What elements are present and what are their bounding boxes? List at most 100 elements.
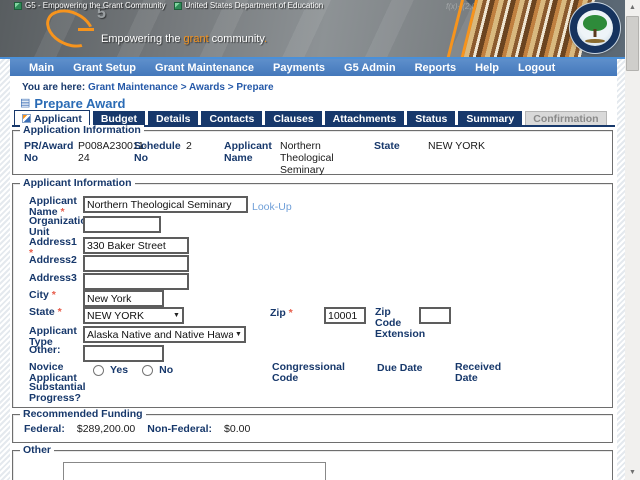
title-item-ed-text: United States Department of Education (184, 1, 324, 10)
city-input[interactable] (83, 290, 164, 307)
novice-no-label: No (159, 364, 174, 376)
nav-item-grant-maintenance[interactable]: Grant Maintenance (155, 62, 254, 74)
city-label: City * (29, 290, 83, 301)
window-title-items: G5 - Empowering the Grant Community Unit… (14, 1, 323, 10)
tab-clauses[interactable]: Clauses (265, 111, 322, 126)
state-label: State * (29, 307, 83, 318)
recommended-funding-row: Federal: $289,200.00 Non-Federal: $0.00 (24, 423, 250, 435)
substantial-progress-row: Substantial Progress? (29, 382, 606, 404)
nav-item-reports[interactable]: Reports (415, 62, 457, 74)
tab-summary[interactable]: Summary (458, 111, 523, 126)
header-banner: f(x)·|(2,0) 5 Empowering the grant commu… (0, 0, 625, 57)
schedule-no-label: Schedule No (134, 140, 181, 164)
pr-award-no-label: PR/Award No (24, 140, 74, 164)
organization-unit-input[interactable] (83, 216, 161, 233)
banner-tagline: Empowering the grant community. (101, 33, 267, 45)
address1-label-text: Address1 (29, 236, 77, 248)
scrollbar-thumb[interactable] (626, 16, 639, 71)
state-select[interactable]: NEW YORK ▼ (83, 307, 184, 324)
other-label: Other: (29, 344, 61, 356)
page-title-row: ▤ Prepare Award (20, 96, 125, 111)
nav-item-g5-admin[interactable]: G5 Admin (344, 62, 396, 74)
address2-row: Address2 (29, 255, 606, 272)
breadcrumb-prefix: You are here: (22, 82, 86, 93)
nav-item-logout[interactable]: Logout (518, 62, 555, 74)
state-zip-row: State * NEW YORK ▼ Zip * Zip Code Extens… (29, 307, 606, 340)
novice-radio-group: Yes No (93, 364, 173, 376)
state-select-arrow-icon: ▼ (173, 312, 180, 319)
applicant-name-header-label: Applicant Name (224, 140, 272, 164)
city-required: * (51, 289, 56, 301)
applicant-tab-icon (22, 114, 31, 123)
address3-input[interactable] (83, 273, 189, 290)
other-textarea[interactable] (63, 462, 326, 480)
applicant-type-select-arrow-icon: ▼ (235, 331, 242, 338)
breadcrumb: You are here: Grant Maintenance > Awards… (22, 82, 274, 93)
novice-applicant-row: Novice Applicant Yes No Congressional Co… (29, 362, 606, 384)
pr-award-no-value: P008A230011-24 (78, 140, 148, 164)
seal-inner (577, 10, 613, 46)
tab-details[interactable]: Details (148, 111, 199, 126)
address3-label: Address3 (29, 272, 77, 284)
federal-value: $289,200.00 (76, 423, 136, 435)
schedule-no-value: 2 (186, 140, 192, 152)
seal-ground (585, 39, 605, 43)
applicant-name-input[interactable] (83, 196, 248, 213)
zip-input[interactable] (324, 307, 366, 324)
federal-label: Federal: (24, 423, 65, 435)
ed-favicon (173, 1, 182, 10)
tagline-pre: Empowering the (101, 33, 184, 45)
state-label-text: State (29, 306, 55, 318)
tab-attachments[interactable]: Attachments (324, 111, 405, 126)
zip-code-extension-input[interactable] (419, 307, 451, 324)
title-item-g5-text: G5 - Empowering the Grant Community (25, 1, 166, 10)
applicant-type-select-value: Alaska Native and Native Hawaiian Servin… (87, 328, 233, 341)
tab-applicant-label: Applicant (34, 112, 82, 125)
nav-item-main[interactable]: Main (29, 62, 54, 74)
tab-status[interactable]: Status (407, 111, 456, 126)
main-navbar: Main Grant Setup Grant Maintenance Payme… (10, 59, 617, 76)
tab-contacts[interactable]: Contacts (201, 111, 263, 126)
received-date-label: Received Date (455, 361, 502, 384)
state-header-value: NEW YORK (428, 140, 485, 152)
nav-item-payments[interactable]: Payments (273, 62, 325, 74)
nav-item-grant-setup[interactable]: Grant Setup (73, 62, 136, 74)
nonfederal-value: $0.00 (224, 423, 251, 435)
applicant-information-fieldset: Applicant Information Applicant Name * L… (12, 178, 613, 408)
recommended-funding-legend: Recommended Funding (20, 409, 146, 420)
tagline-accent: grant (183, 33, 209, 45)
application-information-legend: Application Information (20, 125, 144, 136)
applicant-information-legend: Applicant Information (20, 178, 135, 189)
address1-input[interactable] (83, 237, 189, 254)
zip-label: Zip * (270, 307, 293, 319)
zip-label-text: Zip (270, 307, 286, 319)
title-item-ed: United States Department of Education (173, 1, 324, 10)
nav-item-help[interactable]: Help (475, 62, 499, 74)
due-date-label: Due Date (377, 362, 423, 374)
other-fieldset-legend: Other (20, 445, 55, 456)
applicant-type-select[interactable]: Alaska Native and Native Hawaiian Servin… (83, 326, 246, 343)
novice-yes-radio[interactable] (93, 364, 104, 376)
substantial-progress-label: Substantial Progress? (29, 381, 86, 404)
seal-tree-trunk (593, 29, 597, 37)
applicant-name-header-value: Northern Theological Seminary (280, 140, 334, 176)
vertical-scrollbar[interactable]: ▲ ▼ (625, 0, 640, 480)
state-header-label: State (374, 140, 400, 152)
novice-no-radio[interactable] (142, 364, 154, 376)
breadcrumb-path[interactable]: Grant Maintenance > Awards > Prepare (88, 82, 274, 93)
state-required: * (57, 306, 62, 318)
organization-unit-label: Organization Unit (29, 215, 94, 238)
novice-yes-label: Yes (110, 364, 129, 376)
scrollbar-down-button[interactable]: ▼ (625, 465, 640, 480)
address2-label: Address2 (29, 254, 77, 266)
address3-row: Address3 (29, 273, 606, 290)
state-select-value: NEW YORK (87, 309, 144, 322)
other-fieldset: Other (12, 445, 613, 480)
scrollbar-up-button[interactable]: ▲ (625, 0, 640, 15)
left-gutter (0, 59, 10, 480)
lookup-link[interactable]: Look-Up (252, 201, 292, 213)
application-information-fieldset: Application Information PR/Award No P008… (12, 125, 613, 206)
address2-input[interactable] (83, 255, 189, 272)
other-input[interactable] (83, 345, 164, 362)
tagline-post: community (208, 33, 265, 45)
